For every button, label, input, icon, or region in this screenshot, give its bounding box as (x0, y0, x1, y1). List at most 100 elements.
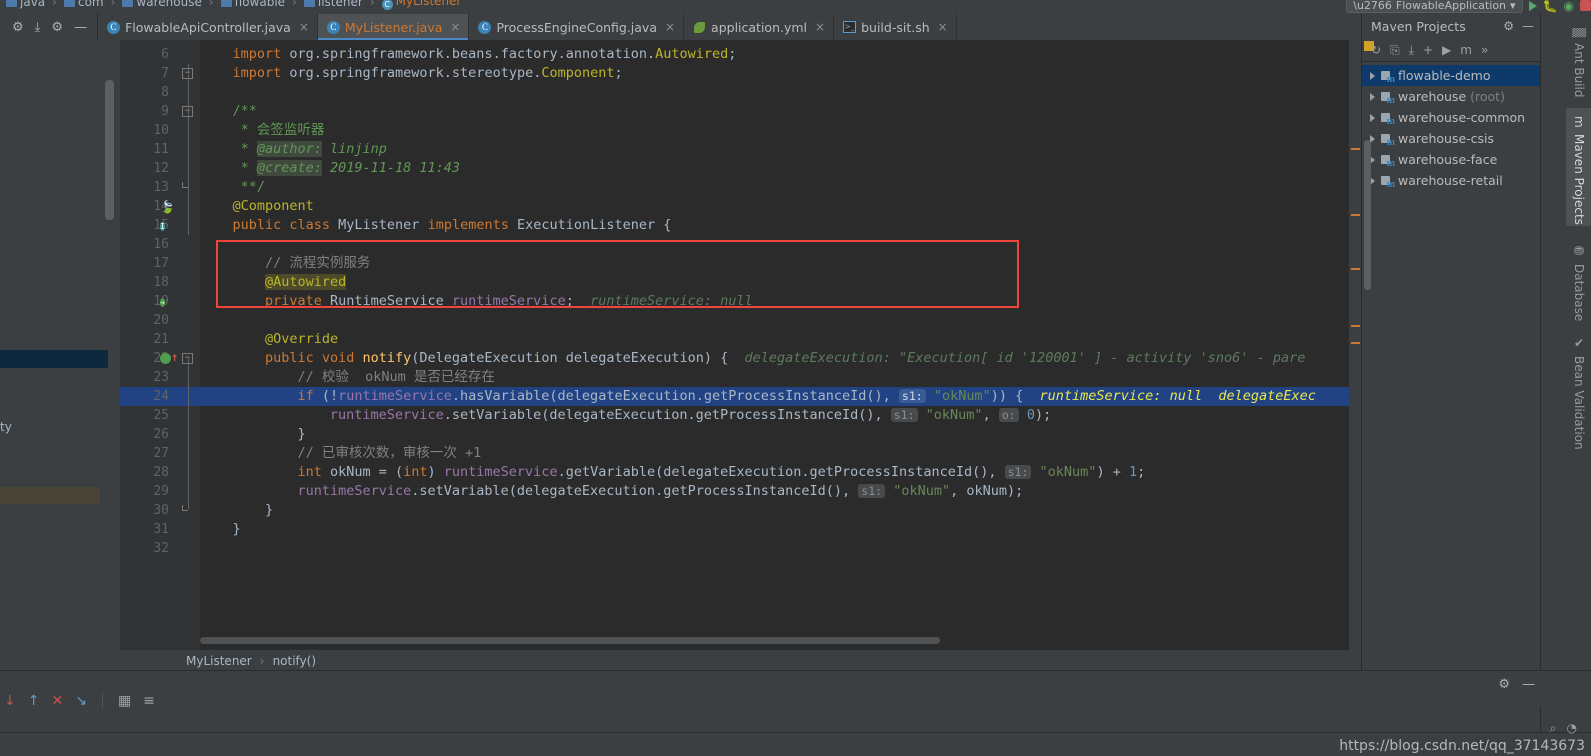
maven-project-row[interactable]: warehouse (root) (1362, 86, 1540, 107)
code-line[interactable]: * @author: linjinp (120, 140, 1361, 159)
maven-project-row[interactable]: warehouse-retail (1362, 170, 1540, 191)
code-line[interactable]: public void notify(DelegateExecution del… (120, 349, 1361, 368)
settings-toggle-icon[interactable]: ≡ (143, 694, 155, 708)
navigation-breadcrumb[interactable]: java › com › warehouse › flowable › listener › C My… (6, 0, 461, 10)
gear-icon[interactable]: ⚙ (1503, 19, 1514, 33)
editor-tab-processengineconfig-java[interactable]: C ProcessEngineConfig.java × (469, 14, 685, 40)
more-icon[interactable]: » (1481, 44, 1488, 56)
code-line[interactable]: @Component (120, 197, 1361, 216)
gear-icon[interactable]: ⚙ (51, 21, 63, 34)
step-over-icon[interactable]: ↓ (4, 694, 16, 708)
code-content[interactable]: import org.springframework.beans.factory… (120, 40, 1361, 650)
add-maven-project-icon[interactable]: + (1423, 44, 1433, 56)
editor-breadcrumb[interactable]: MyListener › notify() (120, 650, 1361, 672)
collapse-all-icon[interactable]: ⤓ (35, 21, 41, 34)
breadcrumb-item-com[interactable]: com (63, 0, 104, 9)
code-line[interactable]: * 会签监听器 (120, 121, 1361, 140)
editor-horizontal-scrollbar[interactable] (200, 637, 940, 644)
maven-project-tree[interactable]: flowable-demo warehouse (root) warehouse-c… (1362, 62, 1540, 191)
code-line[interactable] (120, 311, 1361, 330)
code-line[interactable]: **/ (120, 178, 1361, 197)
close-icon[interactable]: × (665, 20, 675, 34)
tool-window-tab-ant-build[interactable]: ▒ Ant Build (1566, 20, 1591, 98)
code-line[interactable]: } (120, 425, 1361, 444)
run-configuration-selector[interactable]: \u2766 FlowableApplication ▾ (1346, 0, 1523, 13)
breadcrumb-class[interactable]: MyListener (186, 654, 252, 668)
maven-project-row[interactable]: warehouse-face (1362, 149, 1540, 170)
breadcrumb-item-java[interactable]: java (6, 0, 45, 9)
breadcrumb-item-flowable[interactable]: flowable (220, 0, 285, 9)
code-line[interactable] (120, 235, 1361, 254)
collect-dependencies-icon[interactable]: ⤓ (1409, 44, 1414, 56)
autowired-bean-icon[interactable]: → (160, 296, 172, 308)
minimize-icon[interactable]: — (1522, 677, 1535, 692)
breadcrumb-item-listener[interactable]: listener (303, 0, 363, 9)
bean-icon[interactable]: 🍃 (160, 201, 175, 213)
code-line[interactable]: public class MyListener implements Execu… (120, 216, 1361, 235)
implemented-icon[interactable]: I (160, 220, 172, 232)
code-line[interactable] (120, 539, 1361, 558)
close-icon[interactable]: × (450, 20, 460, 34)
code-line[interactable]: @Override (120, 330, 1361, 349)
code-line[interactable]: runtimeService.setVariable(delegateExecu… (120, 406, 1361, 425)
download-sources-icon[interactable]: ⎘ (1390, 44, 1400, 56)
code-line[interactable]: if (!runtimeService.hasVariable(delegate… (120, 387, 1361, 406)
debugger-frames-panel[interactable]: ty (0, 40, 120, 670)
run-icon[interactable] (1528, 0, 1537, 11)
code-line[interactable]: @Autowired (120, 273, 1361, 292)
magnifier-icon[interactable]: ⌕ (1550, 721, 1557, 736)
close-icon[interactable]: × (938, 20, 948, 34)
code-line[interactable]: private RuntimeService runtimeService; r… (120, 292, 1361, 311)
evaluate-expression-icon[interactable]: ▦ (118, 694, 131, 708)
step-into-icon[interactable]: ↑ (28, 694, 40, 708)
debug-icon[interactable]: 🐛 (1543, 0, 1558, 13)
maven-scrollbar[interactable] (1364, 140, 1371, 290)
code-line[interactable]: /** (120, 102, 1361, 121)
code-line[interactable]: * @create: 2019-11-18 11:43 (120, 159, 1361, 178)
editor-tab-application-yml[interactable]: application.yml × (684, 14, 835, 40)
maven-project-row[interactable]: warehouse-csis (1362, 128, 1540, 149)
code-line[interactable]: // 已审核次数，审核一次 +1 (120, 444, 1361, 463)
expand-arrow-icon[interactable] (1370, 113, 1375, 122)
code-line[interactable]: // 校验 okNum 是否已经存在 (120, 368, 1361, 387)
editor-tab-flowableapicontroller-java[interactable]: C FlowableApiController.java × (98, 14, 318, 40)
code-line[interactable]: } (120, 501, 1361, 520)
breadcrumb-method[interactable]: notify() (273, 654, 316, 668)
expand-arrow-icon[interactable] (1370, 92, 1375, 101)
editor-tab-build-sit-sh[interactable]: >_ build-sit.sh × (834, 14, 957, 40)
run-goal-icon[interactable]: ▶ (1442, 44, 1451, 56)
frame-selected-row[interactable] (0, 350, 108, 368)
code-line[interactable]: import org.springframework.stereotype.Co… (120, 64, 1361, 83)
stop-icon[interactable] (1580, 0, 1591, 11)
variable-changed-row[interactable] (0, 487, 100, 504)
tool-window-tab-maven-projects[interactable]: m Maven Projects (1566, 108, 1591, 226)
chevron-down-icon[interactable]: ▾ (1510, 0, 1516, 12)
expand-arrow-icon[interactable] (1370, 71, 1375, 80)
panel-scrollbar[interactable] (105, 80, 114, 220)
run-with-coverage-icon[interactable]: ◉ (1564, 0, 1574, 13)
maven-project-row[interactable]: flowable-demo (1362, 65, 1540, 86)
editor-tab-mylistener-java[interactable]: C MyListener.java × (317, 14, 470, 40)
tool-window-tab-database[interactable]: ⛃ Database (1566, 236, 1591, 321)
breadcrumb-item-warehouse[interactable]: warehouse (122, 0, 202, 9)
code-line[interactable] (120, 83, 1361, 102)
step-out-icon[interactable]: ↘ (75, 694, 87, 708)
notification-icon[interactable]: ◔ (1567, 721, 1577, 736)
marker-strip[interactable] (1349, 40, 1361, 650)
maven-project-row[interactable]: warehouse-common (1362, 107, 1540, 128)
hide-icon[interactable]: — (74, 21, 87, 34)
force-step-into-icon[interactable]: ✕ (51, 694, 63, 708)
code-line[interactable]: runtimeService.setVariable(delegateExecu… (120, 482, 1361, 501)
code-line[interactable]: // 流程实例服务 (120, 254, 1361, 273)
breakpoint-icon[interactable]: ↑ (160, 351, 178, 365)
close-icon[interactable]: × (299, 20, 309, 34)
code-line[interactable]: import org.springframework.beans.factory… (120, 45, 1361, 64)
code-line[interactable]: int okNum = (int) runtimeService.getVari… (120, 463, 1361, 482)
gear-icon[interactable]: ⚙ (1498, 677, 1510, 692)
execute-maven-goal-icon[interactable]: m (1460, 44, 1472, 56)
code-line[interactable]: } (120, 520, 1361, 539)
minimize-icon[interactable]: — (1522, 19, 1534, 33)
code-editor[interactable]: import org.springframework.beans.factory… (120, 40, 1361, 650)
close-icon[interactable]: × (815, 20, 825, 34)
tool-window-tab-bean-validation[interactable]: ✔ Bean Validation (1566, 328, 1591, 450)
